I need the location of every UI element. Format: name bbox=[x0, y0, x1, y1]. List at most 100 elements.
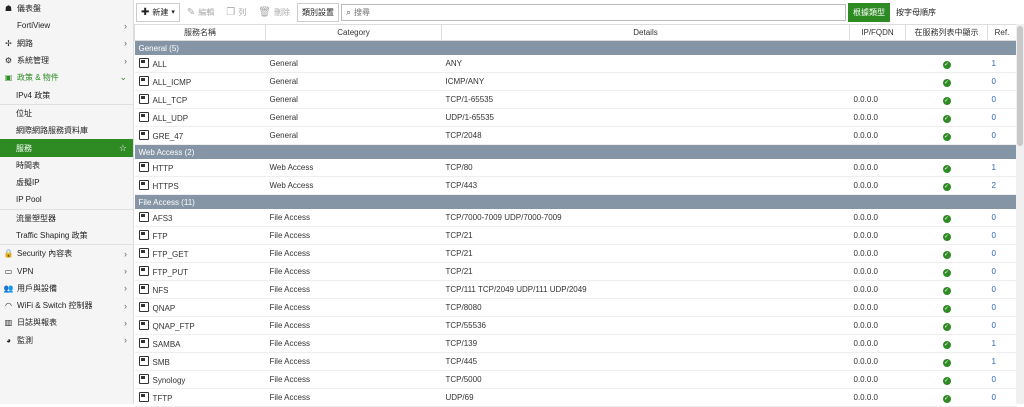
service-icon bbox=[138, 130, 149, 140]
scrollbar-thumb[interactable] bbox=[1017, 26, 1023, 146]
alphabetical-button[interactable]: 按字母順序 bbox=[892, 4, 940, 21]
group-row[interactable]: File Access (11) bbox=[134, 194, 1017, 209]
column-header-details[interactable]: Details bbox=[441, 24, 850, 41]
service-name: AFS3 bbox=[152, 214, 173, 223]
table-row[interactable]: GRE_47 General TCP/2048 0.0.0.0 ✓ 0 bbox=[134, 126, 1017, 145]
cell-ref[interactable]: 0 bbox=[987, 226, 1017, 245]
cell-name: ALL_TCP bbox=[134, 90, 266, 109]
sidebar-item-1[interactable]: FortiView › bbox=[0, 17, 133, 34]
service-icon bbox=[138, 302, 149, 312]
table-row[interactable]: ALL_TCP General TCP/1-65535 0.0.0.0 ✓ 0 bbox=[134, 90, 1017, 109]
table-row[interactable]: HTTP Web Access TCP/80 0.0.0.0 ✓ 1 bbox=[134, 159, 1017, 177]
star-icon[interactable]: ☆ bbox=[119, 143, 127, 154]
service-name: FTP bbox=[152, 232, 168, 241]
sidebar-item-6[interactable]: 位址 bbox=[0, 103, 133, 122]
sidebar-item-19[interactable]: ◕ 監測 › bbox=[0, 332, 133, 349]
edit-button[interactable]: ✎ 編輯 bbox=[182, 3, 219, 22]
table-row[interactable]: NFS File Access TCP/111 TCP/2049 UDP/111 U… bbox=[134, 280, 1017, 299]
table-row[interactable]: Synology File Access TCP/5000 0.0.0.0 ✓ 0 bbox=[134, 370, 1017, 389]
table-row[interactable]: FTP_PUT File Access TCP/21 0.0.0.0 ✓ 0 bbox=[134, 262, 1017, 281]
cell-show-in-list: ✓ bbox=[905, 334, 988, 353]
cell-ref[interactable]: 1 bbox=[987, 159, 1017, 177]
table-row[interactable]: QNAP_FTP File Access TCP/55536 0.0.0.0 ✓ 0 bbox=[134, 316, 1017, 335]
table-row[interactable]: ALL_UDP General UDP/1-65535 0.0.0.0 ✓ 0 bbox=[134, 108, 1017, 127]
trash-icon: 🗑 bbox=[258, 6, 271, 18]
cell-ref[interactable]: 0 bbox=[987, 298, 1017, 317]
sidebar-item-3[interactable]: ⚙ 系統管理 › bbox=[0, 52, 133, 69]
service-icon bbox=[138, 112, 149, 122]
cell-show-in-list: ✓ bbox=[905, 108, 988, 127]
sidebar-item-5[interactable]: IPv4 政策 bbox=[0, 86, 133, 103]
cell-ref[interactable]: 0 bbox=[987, 90, 1017, 109]
cell-ref[interactable]: 0 bbox=[987, 370, 1017, 389]
column-header-category[interactable]: Category bbox=[265, 24, 442, 41]
sidebar-item-label: 時間表 bbox=[16, 160, 40, 170]
column-header-name[interactable]: 服務名稱 bbox=[134, 24, 266, 41]
search-box[interactable]: ⌕ bbox=[340, 3, 846, 21]
sidebar-item-15[interactable]: ▭ VPN › bbox=[0, 262, 133, 279]
sidebar-item-8[interactable]: 服務 ☆ bbox=[0, 139, 133, 157]
table-row[interactable]: SMB File Access TCP/445 0.0.0.0 ✓ 1 bbox=[134, 352, 1017, 371]
sidebar-item-0[interactable]: ☗ 儀表盤 bbox=[0, 0, 133, 17]
cell-ref[interactable]: 1 bbox=[987, 334, 1017, 353]
cell-ip-fqdn: 0.0.0.0 bbox=[849, 159, 906, 177]
cell-details: TCP/21 bbox=[441, 244, 850, 263]
sidebar-item-12[interactable]: 流量塑型器 bbox=[0, 208, 133, 227]
group-row[interactable]: Web Access (2) bbox=[134, 144, 1017, 159]
column-header-ip-fqdn[interactable]: IP/FQDN bbox=[849, 24, 906, 41]
search-input[interactable] bbox=[351, 6, 827, 18]
cell-ref[interactable]: 1 bbox=[987, 55, 1017, 73]
table-row[interactable]: QNAP File Access TCP/8080 0.0.0.0 ✓ 0 bbox=[134, 298, 1017, 317]
clone-icon: ❐ bbox=[226, 6, 236, 18]
table-row[interactable]: FTP File Access TCP/21 0.0.0.0 ✓ 0 bbox=[134, 226, 1017, 245]
cell-ref[interactable]: 0 bbox=[987, 280, 1017, 299]
table-row[interactable]: HTTPS Web Access TCP/443 0.0.0.0 ✓ 2 bbox=[134, 176, 1017, 195]
sidebar-item-11[interactable]: IP Pool bbox=[0, 191, 133, 208]
sidebar-item-18[interactable]: ▥ 日誌與報表 › bbox=[0, 314, 133, 331]
cell-ref[interactable]: 0 bbox=[987, 262, 1017, 281]
chevron-right-icon: › bbox=[124, 20, 127, 31]
sidebar-item-4[interactable]: ▣ 政策 & 物件 ⌄ bbox=[0, 69, 133, 86]
column-header-ref[interactable]: Ref. bbox=[987, 24, 1017, 41]
cell-category: File Access bbox=[265, 298, 442, 317]
cell-ref[interactable]: 2 bbox=[987, 176, 1017, 195]
cell-details: TCP/80 bbox=[441, 159, 850, 177]
table-row[interactable]: ALL General ANY ✓ 1 bbox=[134, 55, 1017, 73]
cell-ref[interactable]: 0 bbox=[987, 209, 1017, 227]
service-name: SMB bbox=[152, 358, 170, 367]
cell-ip-fqdn: 0.0.0.0 bbox=[849, 334, 906, 353]
delete-button[interactable]: 🗑 刪除 bbox=[253, 3, 295, 22]
table-row[interactable]: FTP_GET File Access TCP/21 0.0.0.0 ✓ 0 bbox=[134, 244, 1017, 263]
sidebar-item-16[interactable]: 👥 用戶與設備 › bbox=[0, 280, 133, 297]
cell-ref[interactable]: 0 bbox=[987, 316, 1017, 335]
chevron-down-icon: ▾ bbox=[171, 9, 175, 16]
cell-category: General bbox=[265, 108, 442, 127]
sidebar-item-14[interactable]: 🔒 Security 內容表 › bbox=[0, 244, 133, 262]
column-header-show-in-list[interactable]: 在服務列表中顯示 bbox=[905, 24, 988, 41]
cell-ref[interactable]: 1 bbox=[987, 352, 1017, 371]
cell-ref[interactable]: 0 bbox=[987, 72, 1017, 91]
table-row[interactable]: ALL_ICMP General ICMP/ANY ✓ 0 bbox=[134, 72, 1017, 91]
sidebar-item-7[interactable]: 網際網路服務資料庫 bbox=[0, 122, 133, 139]
new-button[interactable]: ✚ 新建 ▾ bbox=[136, 2, 180, 22]
service-name: QNAP_FTP bbox=[152, 322, 195, 331]
sidebar-item-2[interactable]: ✢ 網路 › bbox=[0, 35, 133, 52]
sidebar-item-10[interactable]: 虛擬IP bbox=[0, 174, 133, 191]
sidebar-item-9[interactable]: 時間表 bbox=[0, 157, 133, 174]
clone-button[interactable]: ❐ 列 bbox=[221, 3, 251, 22]
sidebar-item-17[interactable]: ◠ WiFi & Switch 控制器 › bbox=[0, 297, 133, 314]
cell-details: TCP/111 TCP/2049 UDP/111 UDP/2049 bbox=[441, 280, 850, 299]
cell-category: File Access bbox=[265, 280, 442, 299]
cell-ref[interactable]: 0 bbox=[987, 244, 1017, 263]
cell-name: FTP_GET bbox=[134, 244, 266, 263]
by-type-button[interactable]: 根據類型 bbox=[847, 2, 890, 22]
group-settings-button[interactable]: 類別設置 bbox=[296, 2, 339, 22]
cell-ref[interactable]: 0 bbox=[987, 108, 1017, 127]
sidebar-item-13[interactable]: Traffic Shaping 政策 bbox=[0, 227, 133, 244]
cell-ref[interactable]: 0 bbox=[987, 126, 1017, 145]
vertical-scrollbar[interactable] bbox=[1016, 24, 1024, 404]
table-row[interactable]: AFS3 File Access TCP/7000-7009 UDP/7000-70… bbox=[134, 209, 1017, 227]
table-row[interactable]: SAMBA File Access TCP/139 0.0.0.0 ✓ 1 bbox=[134, 334, 1017, 353]
group-row[interactable]: General (5) bbox=[134, 40, 1017, 55]
lock-icon: 🔒 bbox=[3, 249, 14, 259]
